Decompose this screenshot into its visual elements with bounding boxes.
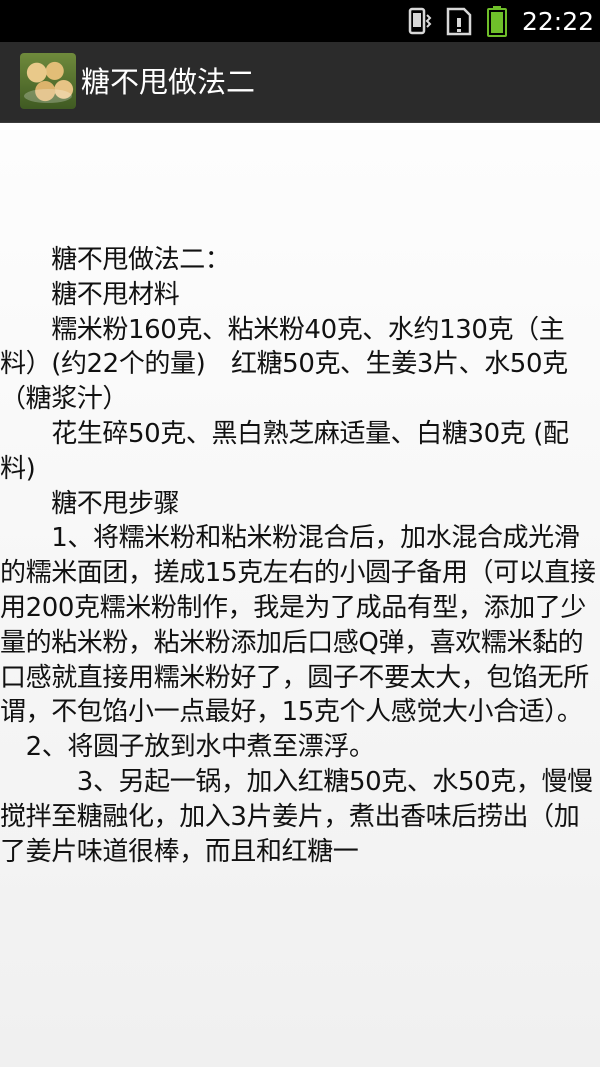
plate-highlight	[24, 89, 72, 103]
article-scroll-area[interactable]: 糖不甩做法二： 糖不甩材料 糯米粉160克、粘米粉40克、水约130克（主料）(…	[0, 123, 600, 1067]
sim-card-icon	[446, 6, 472, 36]
action-bar: 糖不甩做法二	[0, 42, 600, 123]
article-text: 糖不甩做法二： 糖不甩材料 糯米粉160克、粘米粉40克、水约130克（主料）(…	[0, 245, 596, 867]
status-bar: 22:22	[0, 0, 600, 42]
battery-icon	[486, 5, 508, 37]
status-time: 22:22	[521, 6, 594, 36]
page-title: 糖不甩做法二	[81, 65, 256, 99]
status-icons: 22:22	[406, 0, 594, 42]
dessert-thumbnail-icon[interactable]	[20, 53, 76, 109]
vibrate-icon	[406, 6, 432, 36]
